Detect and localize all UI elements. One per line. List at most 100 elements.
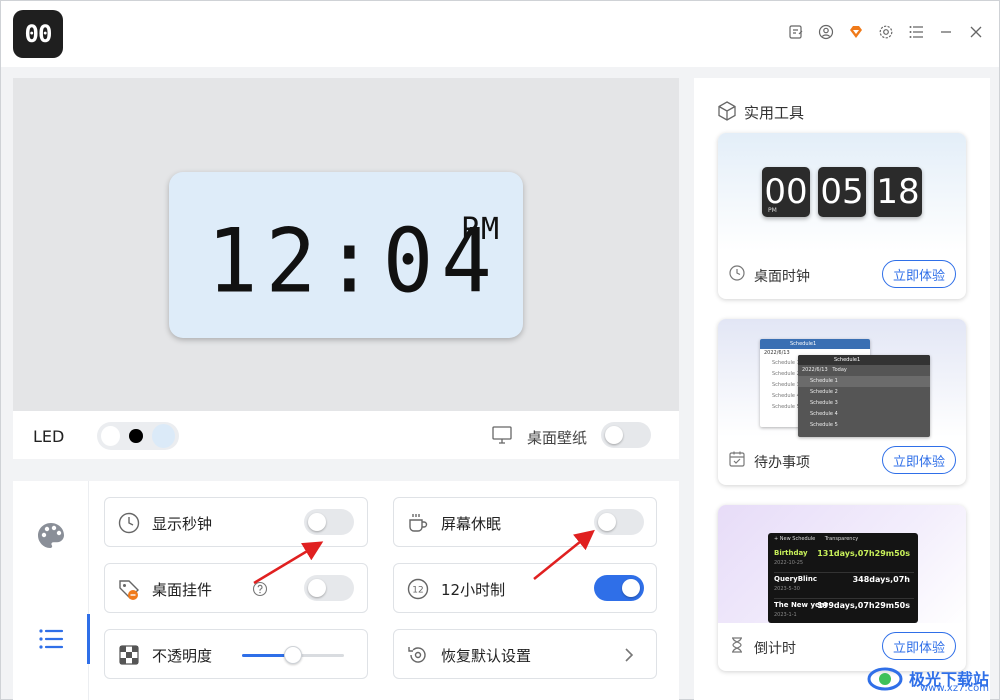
list-item: Schedule 5 (810, 422, 838, 428)
svg-text:12: 12 (412, 586, 423, 596)
event-name: Birthday (774, 549, 808, 557)
opacity-slider-knob[interactable] (284, 646, 302, 664)
countdown-header: + New Schedule Transparency (768, 533, 918, 545)
nav-theme[interactable] (13, 506, 89, 566)
tool-card-todo: Schedule1 2022/6/13 Schedule 1 Schedule … (718, 319, 966, 485)
countdown-preview: + New Schedule Transparency Birthday 202… (718, 505, 966, 623)
show-seconds-label: 显示秒钟 (152, 515, 213, 533)
menu-list-icon[interactable] (907, 23, 925, 41)
watermark: 极光下载站 www.xz7.com (867, 663, 989, 694)
countdown-new-schedule: + New Schedule (774, 536, 816, 542)
help-icon[interactable] (252, 581, 268, 597)
tool-card-countdown: + New Schedule Transparency Birthday 202… (718, 505, 966, 671)
toggle-knob (598, 513, 616, 531)
option-screen-sleep: 屏幕休眠 (393, 497, 657, 547)
nav-active-indicator (87, 614, 90, 664)
list-item: Schedule 1 (798, 376, 930, 387)
coffee-cup-icon (409, 514, 428, 532)
settings-gear-icon[interactable] (877, 23, 895, 41)
twelve-hour-label: 12小时制 (441, 581, 506, 599)
list-item: Schedule 4 (810, 411, 838, 417)
vip-diamond-icon[interactable] (847, 23, 865, 41)
desktop-widget-label: 桌面挂件 (152, 581, 213, 599)
wallpaper-label: 桌面壁纸 (527, 429, 588, 447)
led-color-blue[interactable] (151, 424, 175, 448)
screen-sleep-label: 屏幕休眠 (441, 515, 502, 533)
flip-minutes-text: 05 (820, 172, 864, 212)
event-name: QueryBlinc (774, 575, 817, 583)
desktop-widget-toggle[interactable] (304, 575, 354, 601)
try-countdown-button[interactable]: 立即体验 (882, 632, 956, 660)
option-opacity: 不透明度 (104, 629, 368, 679)
hourglass-icon (732, 637, 742, 653)
option-reset-defaults[interactable]: 恢复默认设置 (393, 629, 657, 679)
clock-preview-area: 12:04 PM (13, 78, 679, 411)
led-color-white[interactable] (101, 426, 121, 446)
chevron-right-icon (625, 648, 634, 662)
toggle-knob (308, 513, 326, 531)
todo-name: 待办事项 (754, 455, 810, 471)
opacity-slider[interactable] (242, 646, 344, 664)
try-todo-button[interactable]: 立即体验 (882, 446, 956, 474)
opacity-label: 不透明度 (152, 647, 213, 665)
account-icon[interactable] (817, 23, 835, 41)
app-window: 00 12:04 PM LED 桌面壁纸 显示秒钟 屏幕休眠 桌面挂件 12 1… (0, 0, 1000, 700)
event-date: 2023-5-30 (774, 586, 800, 592)
event-remaining: 348days,07h (852, 575, 910, 584)
try-desktop-clock-button[interactable]: 立即体验 (882, 260, 956, 288)
clock-time: 12:04 (207, 209, 500, 313)
back-window-title: Schedule1 (760, 339, 870, 349)
wallpaper-toggle[interactable] (601, 422, 651, 448)
minimize-icon[interactable] (937, 23, 955, 41)
monitor-icon (491, 424, 513, 446)
countdown-row: QueryBlinc 2023-5-30 348days,07h (774, 573, 914, 599)
desktop-clock-preview: 00 PM 05 18 (718, 133, 966, 251)
tools-title: 实用工具 (744, 104, 805, 122)
event-remaining: 131days,07h29m50s (817, 549, 910, 558)
watermark-url: www.xz7.com (920, 683, 989, 694)
event-date: 2023-1-1 (774, 612, 797, 618)
countdown-row: The New year 2023-1-1 199days,07h29m50s (774, 599, 914, 625)
todo-preview: Schedule1 2022/6/13 Schedule 1 Schedule … (718, 319, 966, 437)
countdown-transparency: Transparency (824, 536, 859, 542)
led-color-black[interactable] (129, 429, 143, 443)
opacity-checker-icon (119, 645, 139, 665)
reset-icon (408, 647, 426, 663)
flip-seconds-text: 18 (876, 172, 920, 212)
show-seconds-toggle[interactable] (304, 509, 354, 535)
todo-front-window: Schedule1 2022/6/13 Today Schedule 1 Sch… (798, 355, 930, 437)
feedback-icon[interactable] (787, 23, 805, 41)
list-item: Schedule 2 (810, 389, 838, 395)
twelve-hour-toggle[interactable] (594, 575, 644, 601)
flip-digit-minutes: 05 (818, 167, 866, 217)
countdown-row: Birthday 2022-10-25 131days,07h29m50s (774, 547, 914, 573)
settings-panel: 显示秒钟 屏幕休眠 桌面挂件 12 12小时制 不透明度 恢复默认设置 (13, 481, 679, 700)
led-style-bar: LED 桌面壁纸 (13, 411, 679, 459)
clock-icon (118, 512, 140, 534)
twelve-hour-icon: 12 (407, 578, 429, 600)
nav-options[interactable] (13, 609, 90, 669)
front-tag-text: Today (832, 367, 847, 373)
flip-digit-seconds: 18 (874, 167, 922, 217)
reset-defaults-label: 恢复默认设置 (441, 647, 532, 665)
tools-panel: 实用工具 00 PM 05 18 桌面时钟 立即体验 Schedule1 2022… (694, 78, 990, 700)
flip-hours-text: 00 (764, 172, 808, 212)
event-remaining: 199days,07h29m50s (817, 601, 910, 610)
front-window-title: Schedule1 (798, 355, 930, 365)
led-clock-preview: 12:04 PM (169, 172, 523, 338)
desktop-clock-name: 桌面时钟 (754, 269, 810, 285)
toggle-knob (308, 579, 326, 597)
clock-icon (729, 265, 745, 281)
event-date: 2022-10-25 (774, 560, 804, 566)
title-bar: 00 (1, 1, 999, 67)
toggle-knob (622, 579, 640, 597)
close-icon[interactable] (967, 23, 985, 41)
cube-icon (718, 101, 736, 121)
screen-sleep-toggle[interactable] (594, 509, 644, 535)
countdown-name: 倒计时 (754, 641, 796, 657)
palette-icon (38, 523, 64, 548)
led-label: LED (33, 427, 65, 446)
titlebar-icons (787, 23, 985, 41)
calendar-check-icon (729, 451, 745, 467)
toggle-knob (605, 426, 623, 444)
